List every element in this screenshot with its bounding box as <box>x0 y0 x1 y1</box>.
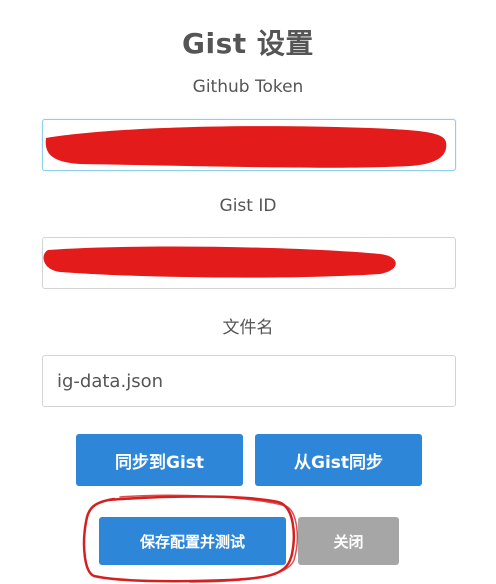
dialog-title: Gist 设置 <box>182 27 314 60</box>
token-label: Github Token <box>192 77 304 97</box>
save-and-test-button[interactable]: 保存配置并测试 <box>99 517 286 565</box>
filename-label: 文件名 <box>222 318 274 338</box>
sync-from-gist-button[interactable]: 从Gist同步 <box>255 434 422 486</box>
github-token-input[interactable] <box>42 119 456 171</box>
filename-input[interactable] <box>42 355 456 407</box>
gist-id-input[interactable] <box>42 237 456 289</box>
gist-settings-dialog: Gist 设置 Github Token Gist ID 文件名 同步到Gist… <box>0 0 496 584</box>
gist-id-label: Gist ID <box>219 196 277 216</box>
sync-to-gist-button[interactable]: 同步到Gist <box>76 434 243 486</box>
close-button[interactable]: 关闭 <box>298 517 399 565</box>
